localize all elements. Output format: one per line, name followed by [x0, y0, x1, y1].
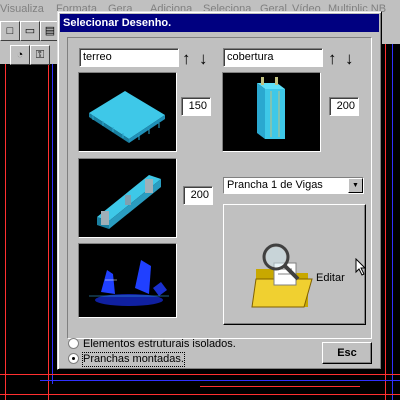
scale-field-3[interactable]: 200 — [329, 97, 359, 116]
new-icon[interactable]: □ — [0, 21, 20, 41]
prancha-select-value: Prancha 1 de Vigas — [227, 179, 323, 191]
left-drawing-field[interactable]: terreo — [79, 48, 179, 67]
select-drawing-dialog: Selecionar Desenho. terreo ↑ ↓ 150 200 c… — [57, 11, 382, 370]
beam-3d-model-icon — [97, 175, 161, 229]
foundation-3d-model-icon — [89, 260, 169, 306]
thumbnail-terreo[interactable] — [78, 72, 177, 152]
move-up-right-icon[interactable]: ↑ — [328, 50, 337, 68]
radio-isolated-elements-dot[interactable] — [68, 338, 79, 349]
edit-button-label: Editar — [316, 272, 345, 284]
dialog-titlebar[interactable]: Selecionar Desenho. — [60, 14, 379, 32]
bulb-icon[interactable]: ◔ — [10, 45, 30, 65]
scale-field-2[interactable]: 200 — [183, 186, 213, 205]
thumbnail-cobertura[interactable] — [222, 72, 321, 152]
scale-field-1[interactable]: 150 — [181, 97, 211, 116]
mouse-cursor-icon — [355, 258, 367, 276]
chevron-down-icon[interactable]: ▼ — [348, 178, 363, 193]
menu-item-visualiza[interactable]: Visualiza — [0, 3, 44, 15]
toolbar-row-2: ◔ ⚿ — [0, 44, 60, 65]
move-up-left-icon[interactable]: ↑ — [182, 50, 191, 68]
dialog-title: Selecionar Desenho. — [63, 17, 172, 29]
column-3d-model-icon — [257, 77, 285, 139]
esc-button[interactable]: Esc — [322, 342, 372, 364]
radio-isolated-elements[interactable]: Elementos estruturais isolados. — [68, 338, 236, 351]
move-down-left-icon[interactable]: ↓ — [199, 50, 208, 68]
move-down-right-icon[interactable]: ↓ — [345, 50, 354, 68]
open-icon[interactable]: ▭ — [20, 21, 40, 41]
thumbnail-foundation[interactable] — [78, 243, 177, 318]
right-drawing-field[interactable]: cobertura — [223, 48, 323, 67]
radio-assembled-sheets[interactable]: Pranchas montadas. — [68, 352, 228, 367]
slab-3d-model-icon — [89, 91, 165, 143]
lock-icon[interactable]: ⚿ — [30, 45, 50, 65]
prancha-select[interactable]: Prancha 1 de Vigas ▼ — [223, 177, 364, 194]
edit-button[interactable]: Editar — [223, 204, 367, 325]
radio-assembled-sheets-label: Pranchas montadas. — [82, 352, 185, 367]
radio-isolated-elements-label: Elementos estruturais isolados. — [83, 338, 236, 350]
thumbnail-beam[interactable] — [78, 158, 177, 238]
radio-assembled-sheets-dot[interactable] — [68, 353, 79, 364]
folder-magnifier-icon — [251, 243, 313, 308]
